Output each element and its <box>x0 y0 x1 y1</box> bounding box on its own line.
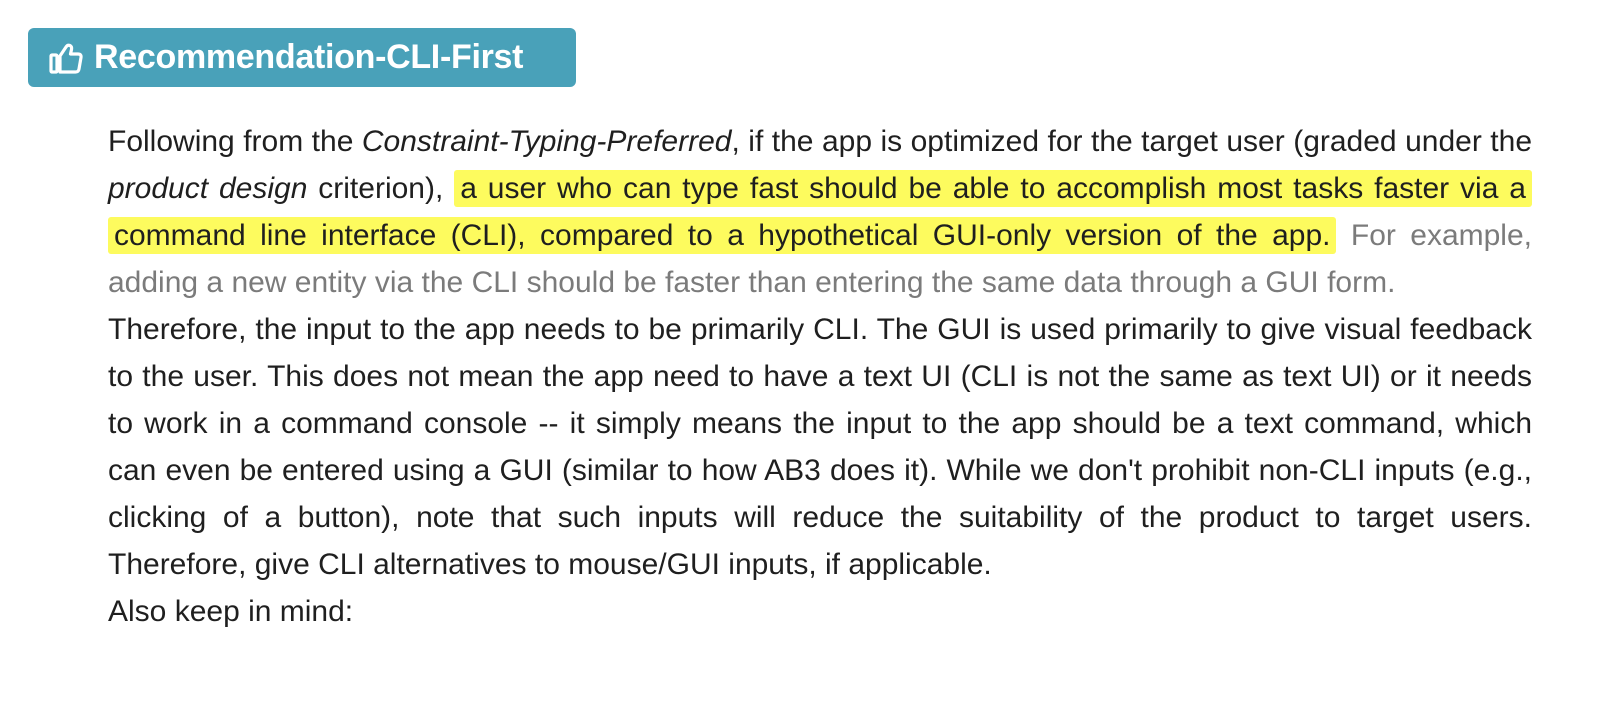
paragraph-therefore: Therefore, the input to the app needs to… <box>108 313 1532 581</box>
paragraph-text: Following from the <box>108 125 362 158</box>
recommendation-body: Following from the Constraint-Typing-Pre… <box>108 118 1532 635</box>
paragraph-cli-first: Following from the Constraint-Typing-Pre… <box>108 118 1532 306</box>
paragraph-also-keep-in-mind: Also keep in mind: <box>108 595 354 628</box>
constraint-reference: Constraint-Typing-Preferred <box>361 125 732 158</box>
criterion-reference: product design <box>108 172 308 205</box>
thumbs-up-icon <box>48 40 84 76</box>
paragraph-text: , if the app is optimized for the target… <box>731 125 1533 158</box>
recommendation-badge: Recommendation-CLI-First <box>28 28 576 87</box>
recommendation-title: Recommendation-CLI-First <box>94 38 524 76</box>
paragraph-text: criterion), <box>307 172 455 205</box>
